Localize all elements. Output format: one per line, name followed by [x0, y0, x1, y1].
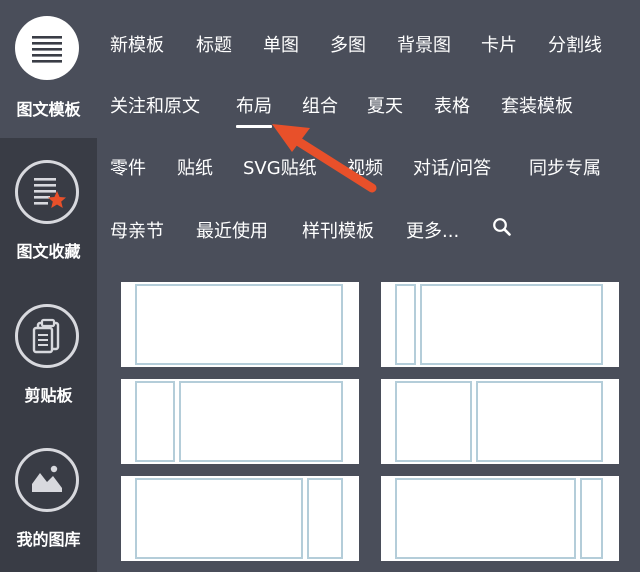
template-panel: 新模板 标题 单图 多图 背景图 卡片 分割线 关注和原文 布局 组合 夏天 表… — [97, 0, 640, 572]
category-video[interactable]: 视频 — [347, 154, 383, 180]
category-stickers[interactable]: 贴纸 — [177, 154, 213, 180]
category-new-template[interactable]: 新模板 — [110, 31, 164, 57]
layout-template-narrow-wide[interactable] — [381, 282, 619, 367]
layout-cell — [420, 284, 603, 365]
layout-template-small-large[interactable] — [121, 379, 359, 464]
category-table[interactable]: 表格 — [434, 92, 470, 118]
category-card[interactable]: 卡片 — [481, 31, 517, 57]
sidebar-item-label: 我的图库 — [16, 530, 81, 549]
category-recently-used[interactable]: 最近使用 — [196, 217, 268, 243]
layout-cell — [307, 478, 343, 559]
category-sync-exclusive[interactable]: 同步专属 — [529, 154, 601, 180]
category-single-image[interactable]: 单图 — [263, 31, 299, 57]
category-multi-image[interactable]: 多图 — [330, 31, 366, 57]
sidebar-item-gallery[interactable]: 我的图库 — [0, 432, 97, 570]
category-more[interactable]: 更多... — [406, 217, 459, 243]
image-gallery-icon — [15, 448, 79, 512]
category-combination[interactable]: 组合 — [302, 92, 338, 118]
star-document-icon — [15, 160, 79, 224]
list-icon — [15, 16, 79, 80]
category-follow-and-original[interactable]: 关注和原文 — [110, 92, 200, 118]
category-divider[interactable]: 分割线 — [548, 31, 602, 57]
sidebar-item-label: 剪贴板 — [24, 386, 73, 405]
layout-cell — [135, 478, 303, 559]
category-background-image[interactable]: 背景图 — [397, 31, 451, 57]
category-title[interactable]: 标题 — [196, 31, 232, 57]
sidebar-item-templates[interactable]: 图文模板 — [0, 0, 97, 138]
category-mothers-day[interactable]: 母亲节 — [110, 217, 164, 243]
layout-cell — [135, 381, 175, 462]
category-svg-stickers[interactable]: SVG贴纸 — [243, 154, 317, 180]
sidebar-item-favorites[interactable]: 图文收藏 — [0, 144, 97, 282]
layout-cell — [580, 478, 603, 559]
category-suite-template[interactable]: 套装模板 — [501, 92, 573, 118]
category-sample-templates[interactable]: 样刊模板 — [302, 217, 374, 243]
layout-template-medium-large[interactable] — [381, 379, 619, 464]
category-summer[interactable]: 夏天 — [367, 92, 403, 118]
category-dialogue-qa[interactable]: 对话/问答 — [413, 154, 491, 180]
layout-cell — [135, 284, 343, 365]
layout-cell — [395, 381, 472, 462]
layout-template-single[interactable] — [121, 282, 359, 367]
category-parts[interactable]: 零件 — [110, 154, 146, 180]
layout-cell — [395, 478, 576, 559]
sidebar-item-label: 图文收藏 — [16, 242, 81, 261]
layout-cell — [179, 381, 343, 462]
category-layout[interactable]: 布局 — [236, 92, 272, 128]
search-icon[interactable] — [492, 217, 512, 237]
layout-cell — [395, 284, 416, 365]
sidebar: 图文模板 图文收藏 剪贴板 我的图库 — [0, 0, 97, 572]
layout-template-wide-narrow[interactable] — [381, 476, 619, 561]
layout-template-large-small[interactable] — [121, 476, 359, 561]
sidebar-item-clipboard[interactable]: 剪贴板 — [0, 288, 97, 426]
sidebar-item-label: 图文模板 — [16, 100, 81, 119]
clipboard-icon — [15, 304, 79, 368]
layout-cell — [476, 381, 603, 462]
